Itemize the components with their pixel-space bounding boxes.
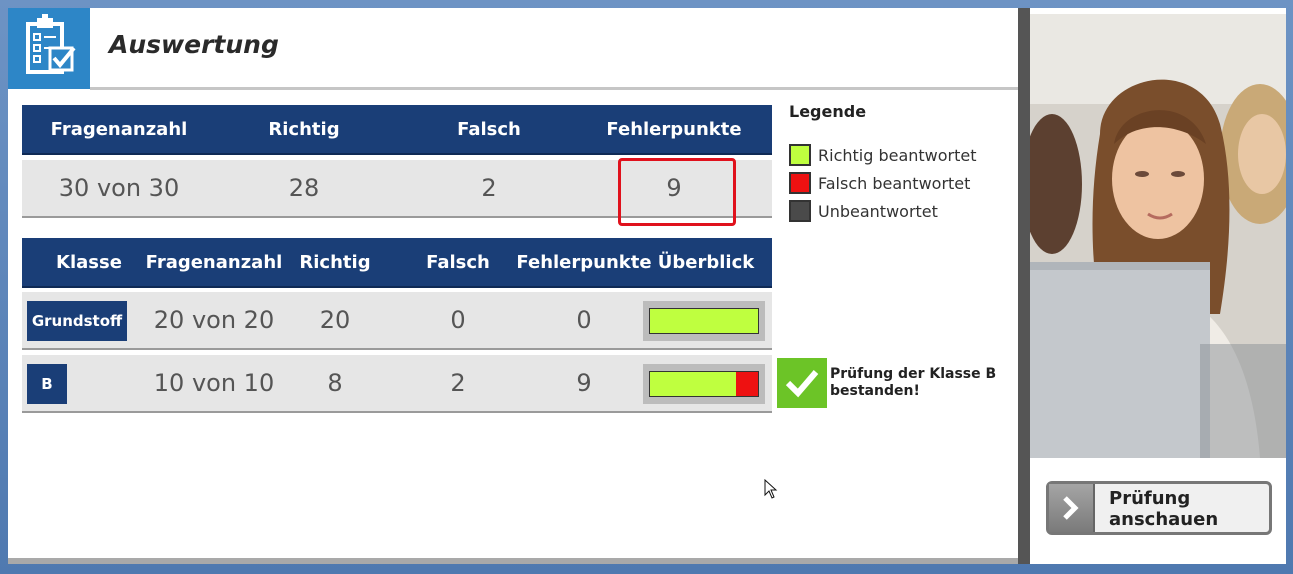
- class-row-b: B 10 von 10 8 2 9: [22, 355, 772, 413]
- summary-table-header: Fragenanzahl Richtig Falsch Fehlerpunkte: [22, 105, 772, 155]
- header-divider: [90, 87, 1018, 90]
- overview-bar-wrong: [736, 372, 758, 396]
- legend-swatch-wrong: [789, 172, 811, 194]
- legend-label-correct: Richtig beantwortet: [818, 145, 977, 165]
- class-row-grundstoff: Grundstoff 20 von 20 20 0 0: [22, 292, 772, 350]
- col-ueberblick: Überblick: [657, 251, 755, 273]
- header: Auswertung: [8, 8, 1018, 90]
- row-correct: 8: [327, 369, 343, 397]
- summary-wrong: 2: [481, 174, 497, 202]
- row-error-points: 0: [576, 306, 592, 334]
- row-wrong: 0: [450, 306, 466, 334]
- error-points-highlight: [618, 158, 736, 226]
- chevron-right-icon: [1049, 484, 1095, 532]
- row-questions: 20 von 20: [153, 306, 275, 334]
- clipboard-checklist-icon: [8, 8, 90, 89]
- row-wrong: 2: [450, 369, 466, 397]
- review-exam-button[interactable]: Prüfung anschauen: [1046, 481, 1272, 535]
- class-badge-b: B: [27, 364, 67, 404]
- col-fragenanzahl: Fragenanzahl: [145, 251, 283, 273]
- overview-bar-correct: [650, 309, 758, 333]
- page-title: Auswertung: [109, 30, 279, 59]
- col-falsch: Falsch: [426, 251, 490, 273]
- checkmark-icon: [777, 358, 827, 408]
- legend-swatch-unanswered: [789, 200, 811, 222]
- class-table-header: Klasse Fragenanzahl Richtig Falsch Fehle…: [22, 238, 772, 288]
- overview-bar-correct: [650, 372, 737, 396]
- legend-label-unanswered: Unbeantwortet: [818, 201, 938, 221]
- overview-bar: [643, 364, 765, 404]
- row-correct: 20: [319, 306, 351, 334]
- legend-label-wrong: Falsch beantwortet: [818, 173, 971, 193]
- review-button-label: Prüfung anschauen: [1109, 488, 1219, 530]
- legend-swatch-correct: [789, 144, 811, 166]
- mouse-cursor-icon: [764, 478, 778, 503]
- bottom-strip: [8, 558, 1018, 564]
- legend-item-wrong: Falsch beantwortet: [789, 172, 970, 194]
- col-richtig: Richtig: [268, 118, 340, 140]
- legend-item-unanswered: Unbeantwortet: [789, 200, 938, 222]
- panel-divider: [1018, 8, 1030, 564]
- overview-bar-track: [649, 308, 759, 334]
- col-fehlerpunkte: Fehlerpunkte: [516, 251, 652, 273]
- student-photo: [1030, 14, 1286, 458]
- col-fragenanzahl: Fragenanzahl: [50, 118, 188, 140]
- col-klasse: Klasse: [56, 251, 122, 273]
- summary-questions: 30 von 30: [58, 174, 180, 202]
- overview-bar-track: [649, 371, 759, 397]
- col-fehlerpunkte: Fehlerpunkte: [606, 118, 742, 140]
- evaluation-panel: Auswertung Fragenanzahl Richtig Falsch F…: [8, 8, 1018, 564]
- class-badge-grundstoff: Grundstoff: [27, 301, 127, 341]
- overview-bar: [643, 301, 765, 341]
- legend-title: Legende: [789, 102, 867, 121]
- summary-correct: 28: [288, 174, 320, 202]
- row-questions: 10 von 10: [153, 369, 275, 397]
- legend-item-correct: Richtig beantwortet: [789, 144, 977, 166]
- pass-message: Prüfung der Klasse B bestanden!: [830, 366, 997, 399]
- col-falsch: Falsch: [457, 118, 521, 140]
- col-richtig: Richtig: [299, 251, 371, 273]
- row-error-points: 9: [576, 369, 592, 397]
